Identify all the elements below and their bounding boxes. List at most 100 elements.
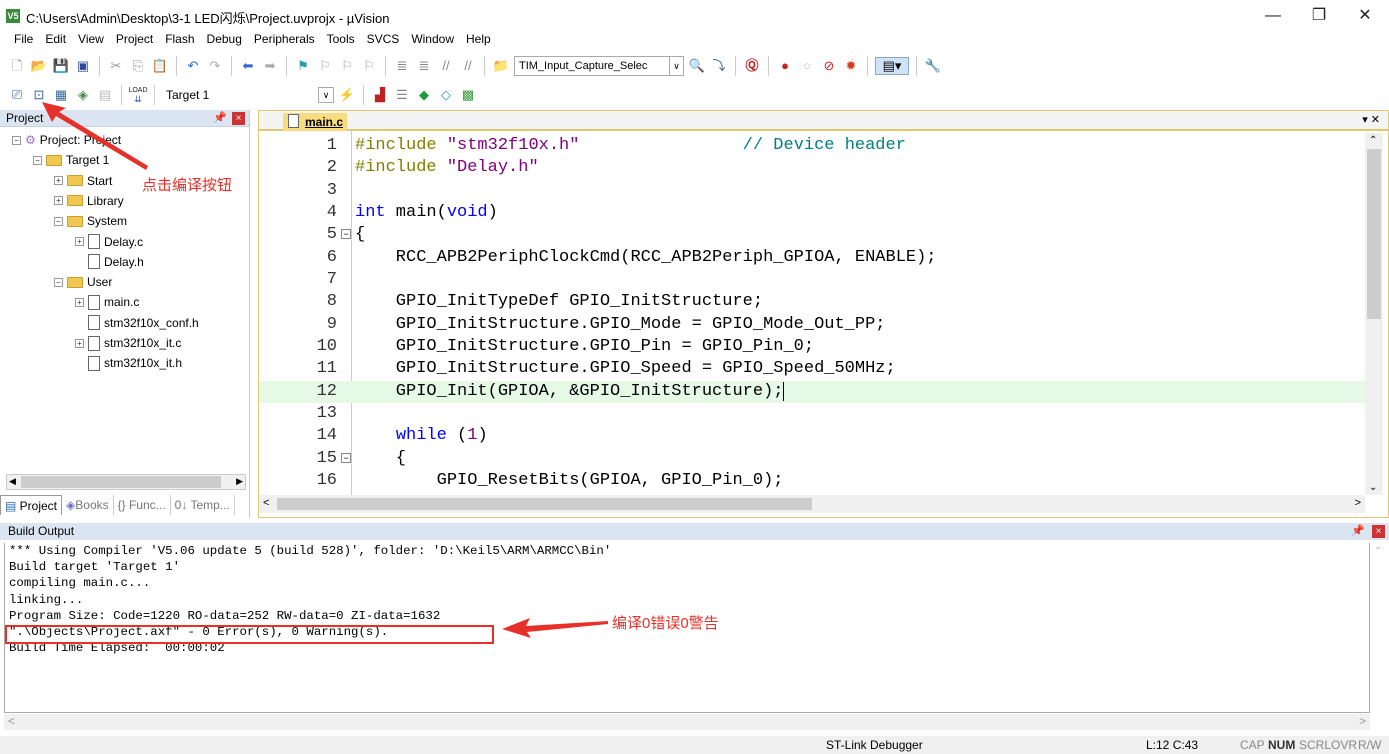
collapse-icon[interactable]: − xyxy=(12,135,21,145)
build-output-horizontal-scrollbar[interactable]: < > xyxy=(4,714,1370,730)
tab-books[interactable]: ◈Books xyxy=(62,495,114,515)
chevron-down-icon[interactable]: ∨ xyxy=(318,87,334,103)
code-line[interactable]: 1 #include "stm32f10x.h" // Device header xyxy=(259,135,1365,157)
menu-debug[interactable]: Debug xyxy=(201,30,248,48)
nav-back-icon[interactable]: ⬅ xyxy=(239,57,257,75)
indent-icon[interactable]: ≣ xyxy=(393,57,411,75)
tree-item[interactable]: + stm32f10x_it.c xyxy=(75,334,181,352)
new-file-icon[interactable]: 🗋 xyxy=(8,57,26,75)
scroll-left-icon[interactable]: < xyxy=(263,497,269,509)
prev-bookmark-icon[interactable]: ⚐ xyxy=(316,57,334,75)
scroll-left-icon[interactable]: < xyxy=(8,714,15,728)
menu-tools[interactable]: Tools xyxy=(321,30,361,48)
tree-item[interactable]: stm32f10x_conf.h xyxy=(75,314,199,332)
scroll-right-icon[interactable]: ▶ xyxy=(236,476,243,487)
scroll-thumb[interactable] xyxy=(1367,149,1381,319)
close-icon[interactable]: × xyxy=(232,112,245,125)
tree-item[interactable]: − System xyxy=(54,212,127,230)
copy-icon[interactable]: ⎘ xyxy=(129,57,147,75)
menu-help[interactable]: Help xyxy=(460,30,497,48)
manage-rte-icon[interactable]: ◇ xyxy=(437,86,455,104)
restore-button[interactable]: ❐ xyxy=(1296,4,1342,28)
menu-file[interactable]: File xyxy=(8,30,39,48)
unindent-icon[interactable]: ≣ xyxy=(415,57,433,75)
scroll-thumb[interactable] xyxy=(277,498,812,510)
save-all-icon[interactable]: ▣ xyxy=(74,57,92,75)
manage-project-items-icon[interactable]: ☰ xyxy=(393,86,411,104)
save-icon[interactable]: 💾 xyxy=(52,57,70,75)
code-line[interactable]: 3 xyxy=(259,180,1365,202)
translate-icon[interactable]: ⎚ xyxy=(8,86,26,104)
horizontal-scrollbar[interactable]: ◀ ▶ xyxy=(6,474,246,490)
tree-item[interactable]: Delay.h xyxy=(75,253,144,271)
code-line[interactable]: 4 int main(void) xyxy=(259,202,1365,224)
expand-icon[interactable]: + xyxy=(75,297,84,307)
pin-icon[interactable]: 📌 xyxy=(213,110,227,127)
code-line[interactable]: 5−{ xyxy=(259,224,1365,246)
tree-item[interactable]: + Library xyxy=(54,192,124,210)
manage-components-icon[interactable]: ▟ xyxy=(371,86,389,104)
close-button[interactable]: ✕ xyxy=(1342,4,1388,28)
open-file-icon[interactable]: 📂 xyxy=(30,57,48,75)
tab-templates[interactable]: 0↓ Temp... xyxy=(171,495,235,515)
vertical-scrollbar[interactable]: ⌃ ⌄ xyxy=(1365,133,1383,495)
window-layout-icon[interactable]: ▤▾ xyxy=(875,57,909,75)
debug-session-icon[interactable]: Ⓠ xyxy=(743,57,761,75)
horizontal-scrollbar[interactable]: < > xyxy=(259,495,1365,513)
cut-icon[interactable]: ✂ xyxy=(107,57,125,75)
tab-functions[interactable]: {} Func... xyxy=(114,495,171,515)
pack-installer-icon[interactable]: ▩ xyxy=(459,86,477,104)
clear-bookmarks-icon[interactable]: ⚐ xyxy=(360,57,378,75)
expand-icon[interactable]: + xyxy=(54,176,63,186)
code-line[interactable]: 2 #include "Delay.h" xyxy=(259,157,1365,179)
scroll-right-icon[interactable]: > xyxy=(1355,497,1361,509)
tree-item[interactable]: + main.c xyxy=(75,293,139,311)
disable-all-breakpoints-icon[interactable]: ⊘ xyxy=(820,57,838,75)
scroll-up-icon[interactable]: ⌃ xyxy=(1369,135,1377,146)
options-for-target-icon[interactable]: ⚡ xyxy=(338,86,356,104)
menu-svcs[interactable]: SVCS xyxy=(361,30,406,48)
menu-window[interactable]: Window xyxy=(405,30,460,48)
menu-peripherals[interactable]: Peripherals xyxy=(248,30,321,48)
fold-toggle-icon[interactable]: − xyxy=(341,452,351,463)
paste-icon[interactable]: 📋 xyxy=(151,57,169,75)
menu-view[interactable]: View xyxy=(72,30,110,48)
minimize-button[interactable]: — xyxy=(1250,4,1296,28)
find-combo[interactable]: TIM_Input_Capture_Selec ∨ xyxy=(514,56,684,76)
code-line[interactable]: 10 GPIO_InitStructure.GPIO_Pin = GPIO_Pi… xyxy=(259,336,1365,358)
scroll-down-icon[interactable]: ⌄ xyxy=(1369,482,1377,493)
incremental-find-icon[interactable]: ⤵ xyxy=(710,57,728,75)
disable-breakpoint-icon[interactable]: ○ xyxy=(798,57,816,75)
tree-item[interactable]: + Start xyxy=(54,172,112,190)
code-line[interactable]: 15− { xyxy=(259,448,1365,470)
tab-main-c[interactable]: main.c xyxy=(283,113,347,131)
target-combo[interactable]: Target 1 xyxy=(162,85,314,105)
select-packs-icon[interactable]: ◆ xyxy=(415,86,433,104)
tab-list-icon[interactable]: ▾ ✕ xyxy=(1362,113,1380,126)
bookmark-icon[interactable]: ⚑ xyxy=(294,57,312,75)
breakpoint-icon[interactable]: ● xyxy=(776,57,794,75)
code-line[interactable]: 16 GPIO_ResetBits(GPIOA, GPIO_Pin_0); xyxy=(259,470,1365,492)
comment-icon[interactable]: // xyxy=(437,57,455,75)
tab-project[interactable]: ▤ Project xyxy=(0,495,63,515)
expand-icon[interactable]: + xyxy=(75,237,84,246)
code-line[interactable]: 6 RCC_APB2PeriphClockCmd(RCC_APB2Periph_… xyxy=(259,247,1365,269)
scroll-right-icon[interactable]: > xyxy=(1359,714,1366,728)
collapse-icon[interactable]: − xyxy=(54,216,63,226)
menu-edit[interactable]: Edit xyxy=(39,30,72,48)
find-in-files-icon[interactable]: 📁 xyxy=(492,57,510,75)
menu-project[interactable]: Project xyxy=(110,30,159,48)
configure-icon[interactable]: 🔧 xyxy=(924,57,942,75)
next-bookmark-icon[interactable]: ⚐ xyxy=(338,57,356,75)
expand-icon[interactable]: + xyxy=(75,338,84,348)
tree-item[interactable]: − User xyxy=(54,273,112,291)
code-line[interactable]: 13 xyxy=(259,403,1365,425)
find-icon[interactable]: 🔍 xyxy=(688,57,706,75)
code-line[interactable]: 9 GPIO_InitStructure.GPIO_Mode = GPIO_Mo… xyxy=(259,314,1365,336)
code-line[interactable]: 8 GPIO_InitTypeDef GPIO_InitStructure; xyxy=(259,291,1365,313)
menu-flash[interactable]: Flash xyxy=(159,30,200,48)
code-line[interactable]: 7 xyxy=(259,269,1365,291)
close-icon[interactable]: × xyxy=(1372,525,1385,538)
nav-forward-icon[interactable]: ➡ xyxy=(261,57,279,75)
chevron-down-icon[interactable]: ∨ xyxy=(669,57,683,75)
